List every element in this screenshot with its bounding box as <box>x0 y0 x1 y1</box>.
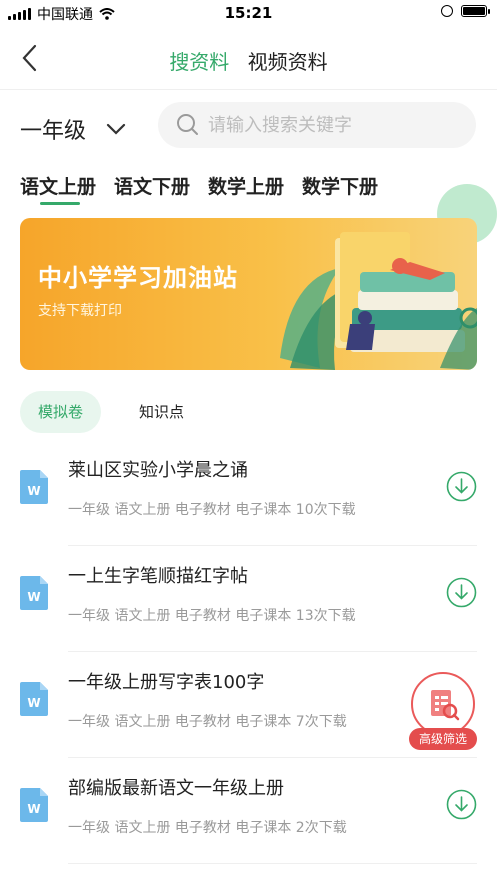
tab-knowledge-points[interactable]: 知识点 <box>121 391 202 433</box>
item-meta: 一年级 语文上册 电子教材 电子课本 7次下载 <box>68 714 347 730</box>
download-icon[interactable] <box>446 789 477 820</box>
tab-mock-exam[interactable]: 模拟卷 <box>20 391 102 433</box>
advanced-filter-label: 高级筛选 <box>409 728 477 750</box>
books-illustration <box>280 232 477 370</box>
search-bar[interactable] <box>158 102 476 148</box>
item-meta: 一年级 语文上册 电子教材 电子课本 13次下载 <box>68 608 356 624</box>
top-nav: 搜资料 视频资料 <box>0 26 497 90</box>
doc-icon-letter: W <box>27 696 40 710</box>
category-tab-math-2[interactable]: 数学下册 <box>302 172 378 199</box>
status-time: 15:21 <box>224 4 273 22</box>
banner-title: 中小学学习加油站 <box>38 264 238 292</box>
chevron-down-icon <box>106 123 126 135</box>
material-list: W 莱山区实验小学晨之诵 一年级 语文上册 电子教材 电子课本 10次下载 W … <box>0 440 497 864</box>
filter-document-icon <box>431 690 460 721</box>
word-doc-icon: W <box>20 470 48 504</box>
promo-banner[interactable]: 中小学学习加油站 支持下载打印 <box>20 218 477 370</box>
word-doc-icon: W <box>20 788 48 822</box>
item-title: 一年级上册写字表100字 <box>68 672 265 693</box>
grade-label: 一年级 <box>20 119 87 144</box>
list-item[interactable]: W 部编版最新语文一年级上册 一年级 语文上册 电子教材 电子课本 2次下载 <box>0 758 497 864</box>
item-meta: 一年级 语文上册 电子教材 电子课本 2次下载 <box>68 820 347 836</box>
advanced-filter-button[interactable]: 高级筛选 <box>409 672 477 752</box>
status-bar: 中国联通 15:21 <box>0 0 497 26</box>
tab-video-materials[interactable]: 视频资料 <box>248 46 328 75</box>
word-doc-icon: W <box>20 682 48 716</box>
category-tab-chinese-1[interactable]: 语文上册 <box>20 172 96 205</box>
download-icon[interactable] <box>446 471 477 502</box>
category-tab-math-1[interactable]: 数学上册 <box>208 172 284 199</box>
sub-tabs: 模拟卷 知识点 <box>20 391 202 433</box>
list-item[interactable]: W 一上生字笔顺描红字帖 一年级 语文上册 电子教材 电子课本 13次下载 <box>0 546 497 652</box>
search-icon <box>177 114 198 135</box>
item-meta: 一年级 语文上册 电子教材 电子课本 10次下载 <box>68 502 356 518</box>
rotation-lock-icon <box>441 5 453 17</box>
category-tabs: 语文上册 语文下册 数学上册 数学下册 <box>20 172 378 205</box>
category-tab-chinese-2[interactable]: 语文下册 <box>114 172 190 199</box>
search-input[interactable] <box>208 114 458 136</box>
tab-search-materials[interactable]: 搜资料 <box>169 46 229 75</box>
item-title: 莱山区实验小学晨之诵 <box>68 460 248 481</box>
grade-selector[interactable]: 一年级 <box>20 113 126 145</box>
download-icon[interactable] <box>446 577 477 608</box>
divider <box>68 863 477 864</box>
item-title: 部编版最新语文一年级上册 <box>68 778 284 799</box>
item-title: 一上生字笔顺描红字帖 <box>68 566 248 587</box>
word-doc-icon: W <box>20 576 48 610</box>
battery-icon <box>461 5 490 17</box>
advanced-filter-circle <box>411 672 475 736</box>
doc-icon-letter: W <box>27 802 40 816</box>
banner-subtitle: 支持下载打印 <box>38 303 122 319</box>
doc-icon-letter: W <box>27 590 40 604</box>
doc-icon-letter: W <box>27 484 40 498</box>
list-item[interactable]: W 莱山区实验小学晨之诵 一年级 语文上册 电子教材 电子课本 10次下载 <box>0 440 497 546</box>
